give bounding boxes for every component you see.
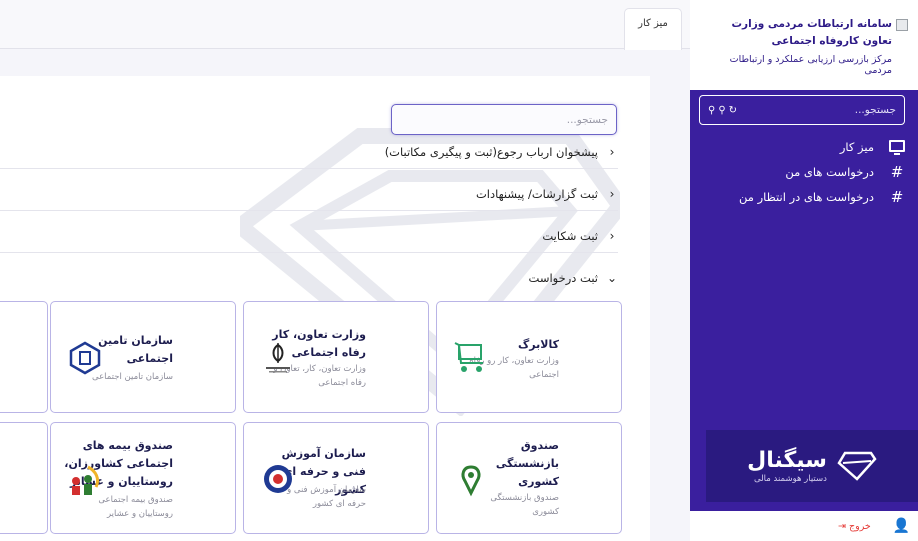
accordion-label: ثبت درخواست bbox=[528, 271, 598, 285]
card-farmers-insurance[interactable]: صندوق بیمه های اجتماعی کشاورزان، روستایی… bbox=[50, 422, 236, 534]
sidebar-nav: میز کار # درخواست های من # درخواست های د… bbox=[706, 134, 906, 209]
farmers-insurance-logo-icon bbox=[65, 461, 105, 501]
logout-button[interactable]: خروج ⇥ bbox=[838, 521, 871, 532]
sidebar-item-dashboard[interactable]: میز کار bbox=[706, 134, 906, 159]
brand-name: سیگنال bbox=[747, 448, 827, 473]
card-partial-1[interactable] bbox=[0, 301, 48, 413]
accordion-item-reports[interactable]: ‹ ثبت گزارشات/ پیشنهادات bbox=[0, 177, 618, 211]
logout-label: خروج bbox=[848, 520, 871, 532]
search-tools: ⚲ ⚲ ↻ bbox=[708, 105, 737, 116]
accordion-label: پیشخوان ارباب رجوع(ثبت و پیگیری مکاتبات) bbox=[384, 144, 598, 159]
chevron-left-icon: ‹ bbox=[609, 228, 615, 243]
accordion-label: ثبت شکایت bbox=[542, 228, 598, 243]
card-partial-2[interactable] bbox=[0, 422, 48, 534]
app-title: سامانه ارتباطات مردمی وزارت تعاون کاروفا… bbox=[700, 16, 908, 50]
card-title: کالابرگ bbox=[518, 338, 559, 351]
card-title: صندوق بازنشستگی کشوری bbox=[495, 439, 559, 488]
sidebar-item-label: درخواست های من bbox=[785, 164, 874, 179]
main-area: میز کار ‹ پیشخوان ارباب رجوع(ثبت و پیگیر… bbox=[0, 0, 690, 541]
tab-bar: میز کار bbox=[0, 0, 690, 50]
sidebar-search: ⚲ ⚲ ↻ bbox=[699, 95, 905, 125]
card-kalabarg[interactable]: کالابرگ وزارت تعاون، کار رو رفاه اجتماعی bbox=[436, 301, 622, 413]
shopping-cart-icon bbox=[451, 338, 491, 378]
chevron-left-icon: ‹ bbox=[609, 186, 615, 201]
brand-banner: سیگنال دستیار هوشمند مالی bbox=[706, 430, 918, 502]
search-input[interactable] bbox=[392, 105, 616, 134]
technical-training-logo-icon bbox=[258, 459, 298, 499]
hash-icon: # bbox=[890, 187, 904, 206]
zoom-in-icon[interactable]: ⚲ bbox=[718, 105, 725, 116]
accordion-item-counter[interactable]: ‹ پیشخوان ارباب رجوع(ثبت و پیگیری مکاتبا… bbox=[0, 135, 618, 169]
sidebar-item-pending-requests[interactable]: # درخواست های در انتظار من bbox=[706, 184, 906, 209]
sidebar-item-label: میز کار bbox=[839, 139, 874, 154]
chevron-left-icon: ‹ bbox=[609, 144, 615, 159]
content-panel: ‹ پیشخوان ارباب رجوع(ثبت و پیگیری مکاتبا… bbox=[0, 76, 650, 541]
refresh-icon[interactable]: ↻ bbox=[729, 105, 737, 116]
app-subtitle: مرکز بازرسی ارزیابی عملکرد و ارتباطات مر… bbox=[729, 54, 892, 76]
signal-logo-icon bbox=[837, 451, 877, 481]
sidebar-item-my-requests[interactable]: # درخواست های من bbox=[706, 159, 906, 184]
card-ministry[interactable]: وزارت تعاون، کار رفاه اجتماعی وزارت تعاو… bbox=[243, 301, 429, 413]
social-security-logo-icon bbox=[65, 338, 105, 378]
accordion-item-request[interactable]: ⌄ ثبت درخواست bbox=[0, 261, 618, 295]
monitor-icon bbox=[888, 138, 906, 156]
card-technical-training[interactable]: سازمان آموزش فنی و حرفه ای کشور سازمان آ… bbox=[243, 422, 429, 534]
logout-icon: ⇥ bbox=[838, 520, 846, 532]
iran-emblem-icon bbox=[258, 338, 298, 378]
hash-icon: # bbox=[890, 162, 904, 181]
search-box bbox=[391, 104, 617, 135]
sidebar: سامانه ارتباطات مردمی وزارت تعاون کاروفا… bbox=[690, 0, 918, 541]
sidebar-header: سامانه ارتباطات مردمی وزارت تعاون کاروفا… bbox=[690, 0, 918, 90]
sidebar-footer: 👤 خروج ⇥ bbox=[690, 511, 918, 541]
chevron-down-icon: ⌄ bbox=[606, 271, 618, 285]
tab-dashboard[interactable]: میز کار bbox=[624, 8, 682, 50]
sidebar-search-input[interactable] bbox=[756, 104, 896, 116]
broken-image-icon bbox=[896, 19, 908, 31]
accordion-label: ثبت گزارشات/ پیشنهادات bbox=[475, 186, 598, 201]
sidebar-item-label: درخواست های در انتظار من bbox=[739, 189, 874, 204]
brand-tagline: دستیار هوشمند مالی bbox=[753, 474, 827, 484]
zoom-out-icon[interactable]: ⚲ bbox=[708, 105, 715, 116]
pension-fund-logo-icon bbox=[451, 459, 491, 499]
accordion-item-complaint[interactable]: ‹ ثبت شکایت bbox=[0, 219, 618, 253]
user-icon[interactable]: 👤 bbox=[893, 518, 910, 534]
brand-text: سیگنال دستیار هوشمند مالی bbox=[747, 448, 827, 484]
card-social-security[interactable]: سازمان تامین اجتماعی سازمان تامین اجتماع… bbox=[50, 301, 236, 413]
card-pension-fund[interactable]: صندوق بازنشستگی کشوری صندوق بازنشستگی کش… bbox=[436, 422, 622, 534]
app-title-text: سامانه ارتباطات مردمی وزارت تعاون کاروفا… bbox=[731, 18, 893, 47]
